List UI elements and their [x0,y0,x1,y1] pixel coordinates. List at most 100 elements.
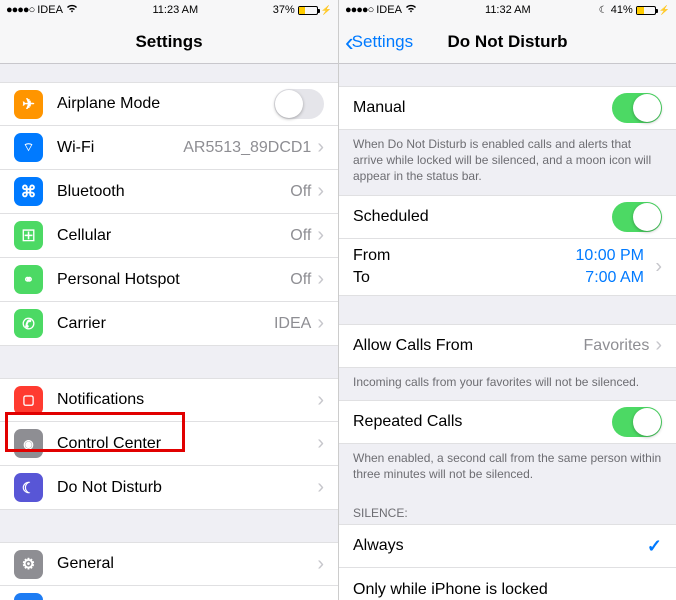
row-label: Always [353,537,647,555]
chevron-right-icon: › [317,596,324,600]
row-label: Airplane Mode [57,95,274,113]
charging-icon: ⚡ [321,5,332,16]
row-value: Off [290,183,311,201]
row-label: Wi-Fi [57,139,183,157]
nav-bar: ‹ Settings Do Not Disturb [339,20,676,64]
hotspot-icon: ⚭ [14,265,43,294]
row-label: Repeated Calls [353,413,612,431]
settings-screen: ●●●●○ IDEA 11:23 AM 37% ⚡ Settings ✈ Air… [0,0,338,600]
back-button[interactable]: ‹ Settings [345,29,413,55]
row-silence-always[interactable]: Always ✓ [339,524,676,568]
wifi-settings-icon: ⌔ [14,133,43,162]
dnd-status-icon: ☾ [599,5,608,16]
dnd-list[interactable]: Manual When Do Not Disturb is enabled ca… [339,64,676,600]
row-value: IDEA [274,315,311,333]
status-bar: ●●●●○ IDEA 11:32 AM ☾ 41% ⚡ [339,0,676,20]
chevron-right-icon: › [317,312,324,335]
repeated-note: When enabled, a second call from the sam… [339,444,676,492]
battery-percent: 37% [273,4,295,16]
manual-note: When Do Not Disturb is enabled calls and… [339,130,676,195]
row-label: Scheduled [353,208,612,226]
page-title: Do Not Disturb [448,32,568,52]
row-value: Off [290,227,311,245]
row-schedule-time[interactable]: From 10:00 PM To 7:00 AM › [339,239,676,296]
allow-note: Incoming calls from your favorites will … [339,368,676,400]
row-cellular[interactable]: ⊞ Cellular Off › [0,214,338,258]
chevron-right-icon: › [317,476,324,499]
to-value: 7:00 AM [585,269,644,287]
row-bluetooth[interactable]: ⌘ Bluetooth Off › [0,170,338,214]
nav-bar: Settings [0,20,338,64]
control-center-icon: ◉ [14,429,43,458]
from-value: 10:00 PM [576,247,644,265]
status-bar: ●●●●○ IDEA 11:23 AM 37% ⚡ [0,0,338,20]
bluetooth-icon: ⌘ [14,177,43,206]
row-value: Off [290,271,311,289]
battery-icon [636,6,656,15]
row-label: Control Center [57,435,317,453]
carrier-label: IDEA [37,4,63,16]
chevron-right-icon: › [655,334,662,357]
checkmark-icon: ✓ [647,536,662,557]
to-label: To [353,269,370,287]
dnd-screen: ●●●●○ IDEA 11:32 AM ☾ 41% ⚡ ‹ Settings D… [338,0,676,600]
back-label: Settings [352,32,413,52]
row-label: Do Not Disturb [57,479,317,497]
row-label: Notifications [57,391,317,409]
battery-icon [298,6,318,15]
row-allow-calls[interactable]: Allow Calls From Favorites › [339,324,676,368]
row-wifi[interactable]: ⌔ Wi-Fi AR5513_89DCD1 › [0,126,338,170]
chevron-right-icon: › [317,268,324,291]
wifi-icon [66,4,78,16]
silence-header: SILENCE: [339,492,676,524]
manual-toggle[interactable] [612,93,662,123]
row-label: Personal Hotspot [57,271,290,289]
chevron-right-icon: › [655,255,662,278]
notifications-icon: ▢ [14,386,43,415]
from-label: From [353,247,390,265]
row-manual[interactable]: Manual [339,86,676,130]
row-repeated-calls[interactable]: Repeated Calls [339,400,676,444]
wifi-icon [405,4,417,16]
repeated-toggle[interactable] [612,407,662,437]
page-title: Settings [135,32,202,52]
carrier-icon: ✆ [14,309,43,338]
row-do-not-disturb[interactable]: ☾ Do Not Disturb › [0,466,338,510]
general-icon: ⚙ [14,550,43,579]
row-label: Manual [353,99,612,117]
signal-dots: ●●●●○ [6,4,34,16]
scheduled-toggle[interactable] [612,202,662,232]
display-icon: AA [14,593,43,600]
row-label: Only while iPhone is locked [353,581,662,599]
row-label: Bluetooth [57,183,290,201]
row-label: Allow Calls From [353,337,584,355]
charging-icon: ⚡ [659,5,670,16]
airplane-toggle[interactable] [274,89,324,119]
chevron-right-icon: › [317,553,324,576]
clock: 11:32 AM [485,4,531,16]
clock: 11:23 AM [153,4,199,16]
cellular-icon: ⊞ [14,221,43,250]
row-carrier[interactable]: ✆ Carrier IDEA › [0,302,338,346]
row-silence-locked[interactable]: Only while iPhone is locked [339,568,676,600]
chevron-right-icon: › [317,136,324,159]
row-label: Carrier [57,315,274,333]
row-label: General [57,555,317,573]
chevron-right-icon: › [317,224,324,247]
row-airplane-mode[interactable]: ✈ Airplane Mode [0,82,338,126]
carrier-label: IDEA [376,4,402,16]
row-display-brightness[interactable]: AA Display & Brightness › [0,586,338,600]
settings-list[interactable]: ✈ Airplane Mode ⌔ Wi-Fi AR5513_89DCD1 › … [0,64,338,600]
row-scheduled[interactable]: Scheduled [339,195,676,239]
do-not-disturb-icon: ☾ [14,473,43,502]
row-notifications[interactable]: ▢ Notifications › [0,378,338,422]
row-control-center[interactable]: ◉ Control Center › [0,422,338,466]
signal-dots: ●●●●○ [345,4,373,16]
airplane-icon: ✈ [14,90,43,119]
battery-percent: 41% [611,4,633,16]
row-general[interactable]: ⚙ General › [0,542,338,586]
row-value: Favorites [584,337,650,355]
row-label: Cellular [57,227,290,245]
chevron-right-icon: › [317,389,324,412]
row-hotspot[interactable]: ⚭ Personal Hotspot Off › [0,258,338,302]
